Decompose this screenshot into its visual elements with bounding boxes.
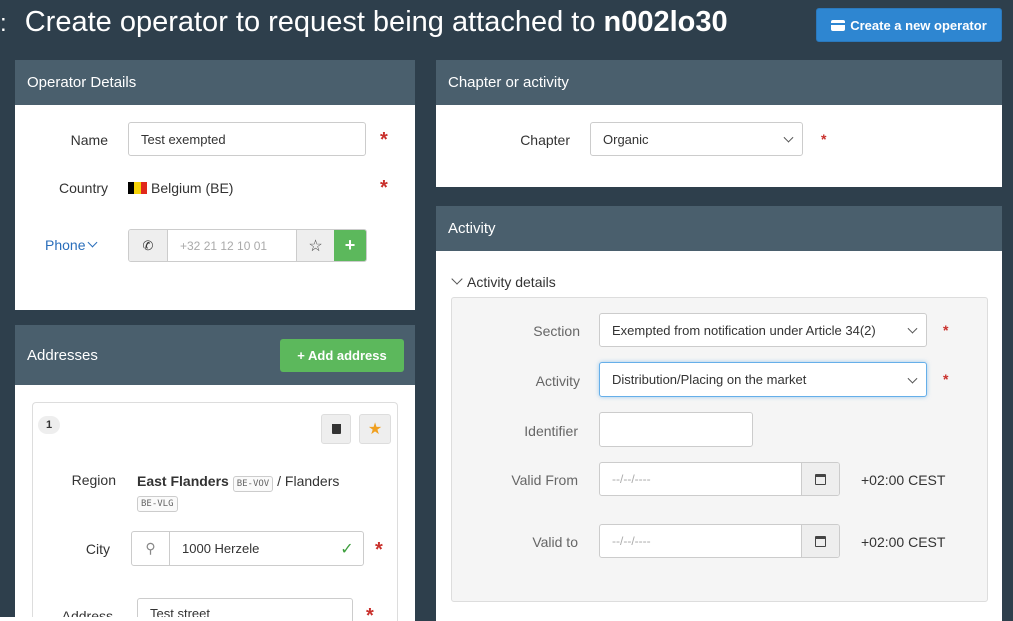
chevron-down-icon xyxy=(88,237,98,247)
chapter-select[interactable]: Organic xyxy=(590,122,803,156)
required-marker: * xyxy=(943,371,949,387)
required-marker: * xyxy=(821,131,827,147)
chevron-down-icon xyxy=(451,273,463,285)
phone-icon: ✆ xyxy=(129,230,168,261)
phone-type-dropdown[interactable]: Phone xyxy=(45,237,98,253)
title-fragment-colon: : xyxy=(0,10,7,37)
activity-details-toggle[interactable]: Activity details xyxy=(451,273,556,290)
required-marker: * xyxy=(380,129,388,151)
create-operator-label: Create a new operator xyxy=(850,17,987,33)
name-input[interactable]: Test exempted xyxy=(128,122,366,156)
add-address-button[interactable]: + Add address xyxy=(280,339,404,372)
title-text: Create operator to request being attache… xyxy=(24,6,604,38)
activity-select[interactable]: Distribution/Placing on the market xyxy=(599,362,927,397)
add-phone-button[interactable]: + xyxy=(334,230,366,261)
calendar-icon[interactable] xyxy=(801,463,839,495)
section-select[interactable]: Exempted from notification under Article… xyxy=(599,313,927,347)
identifier-label: Identifier xyxy=(524,423,578,439)
chevron-down-icon xyxy=(907,373,918,384)
required-marker: * xyxy=(366,605,374,621)
chapter-heading: Chapter or activity xyxy=(436,60,1002,105)
activity-heading: Activity xyxy=(436,206,1002,251)
chevron-down-icon xyxy=(907,323,918,334)
valid-to-input-group: --/--/---- xyxy=(599,524,840,558)
chevron-down-icon xyxy=(783,132,794,143)
valid-from-timezone: +02:00 CEST xyxy=(861,472,946,488)
required-marker: * xyxy=(380,177,388,199)
belgium-flag-icon xyxy=(128,182,147,194)
city-input[interactable]: 1000 Herzele xyxy=(170,532,331,565)
address-index-badge: 1 xyxy=(38,416,60,434)
card-icon xyxy=(831,19,846,31)
valid-from-input[interactable]: --/--/---- xyxy=(600,463,801,495)
required-marker: * xyxy=(375,539,383,561)
create-operator-button[interactable]: Create a new operator xyxy=(816,8,1002,42)
chapter-label: Chapter xyxy=(520,132,570,148)
city-input-group: ⚲ 1000 Herzele ✓ xyxy=(131,531,364,566)
star-icon[interactable]: ☆ xyxy=(296,230,334,261)
city-label: City xyxy=(85,541,110,557)
parent-region-code-tag: BE-VLG xyxy=(137,496,178,512)
title-code: n002lo30 xyxy=(603,6,728,38)
required-marker: * xyxy=(943,322,949,338)
activity-label: Activity xyxy=(535,373,580,389)
valid-to-timezone: +02:00 CEST xyxy=(861,534,946,550)
section-label: Section xyxy=(533,323,580,339)
phone-input[interactable]: +32 21 12 10 01 xyxy=(168,230,296,261)
valid-from-input-group: --/--/---- xyxy=(599,462,840,496)
page-title: : Create operator to request being attac… xyxy=(0,6,728,46)
phone-input-group: ✆ +32 21 12 10 01 ☆ + xyxy=(128,229,367,262)
check-icon: ✓ xyxy=(340,540,354,558)
region-code-tag: BE-VOV xyxy=(232,476,274,492)
delete-address-button[interactable] xyxy=(321,414,351,444)
country-label: Country xyxy=(58,180,108,196)
trash-icon xyxy=(331,424,341,434)
calendar-icon[interactable] xyxy=(801,525,839,557)
name-label: Name xyxy=(70,132,108,148)
valid-from-label: Valid From xyxy=(511,472,578,488)
identifier-input[interactable] xyxy=(599,412,753,447)
valid-to-input[interactable]: --/--/---- xyxy=(600,525,801,557)
country-value: Belgium (BE) xyxy=(128,180,233,196)
bottom-edge xyxy=(0,617,300,621)
region-label: Region xyxy=(71,472,116,488)
region-value: East Flanders BE-VOV / Flanders BE-VLG xyxy=(137,472,367,512)
operator-details-heading: Operator Details xyxy=(15,60,415,105)
valid-to-label: Valid to xyxy=(532,534,578,550)
primary-address-star-icon[interactable]: ★ xyxy=(359,414,391,444)
search-icon: ⚲ xyxy=(132,532,170,565)
